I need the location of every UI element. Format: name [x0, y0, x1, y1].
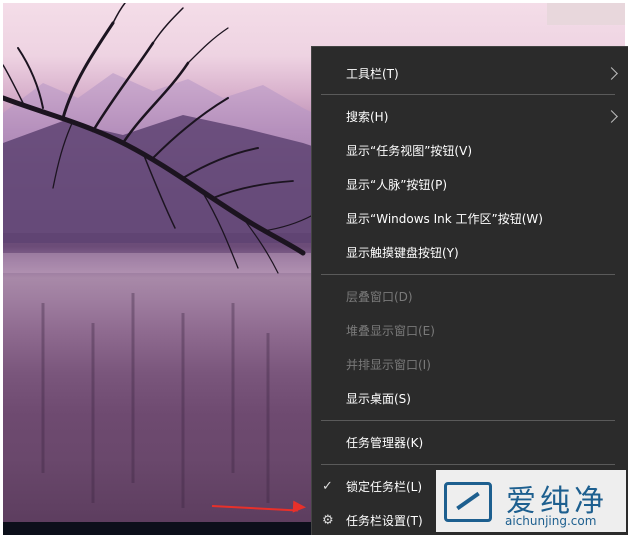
menu-item-search[interactable]: 搜索(H): [312, 100, 628, 132]
menu-item-toolbars[interactable]: 工具栏(T): [312, 57, 628, 89]
menu-item-stack-windows: 堆叠显示窗口(E): [312, 314, 628, 346]
menu-item-side-by-side-windows: 并排显示窗口(I): [312, 348, 628, 380]
window-edge: [547, 3, 625, 25]
menu-item-label: 工具栏(T): [346, 66, 399, 81]
menu-item-label: 任务栏设置(T): [346, 513, 423, 528]
chevron-right-icon: [605, 109, 618, 123]
menu-item-label: 显示触摸键盘按钮(Y): [346, 245, 459, 260]
menu-separator: [321, 274, 615, 275]
menu-item-cascade-windows: 层叠窗口(D): [312, 280, 628, 312]
chevron-right-icon: [605, 66, 618, 80]
logo-mark-icon: [444, 482, 492, 522]
checkmark-icon: ✓: [322, 478, 333, 494]
gear-icon: ⚙: [322, 512, 334, 528]
menu-item-show-people[interactable]: 显示“人脉”按钮(P): [312, 168, 628, 200]
menu-item-label: 搜索(H): [346, 109, 389, 124]
menu-separator: [321, 464, 615, 465]
menu-item-show-task-view[interactable]: 显示“任务视图”按钮(V): [312, 134, 628, 166]
menu-item-show-touch-keyboard[interactable]: 显示触摸键盘按钮(Y): [312, 236, 628, 268]
watermark-logo: 爱纯净 aichunjing.com: [436, 470, 626, 532]
menu-separator: [321, 94, 615, 95]
menu-item-label: 显示桌面(S): [346, 391, 411, 406]
menu-item-label: 显示“任务视图”按钮(V): [346, 143, 473, 158]
menu-item-label: 堆叠显示窗口(E): [346, 323, 435, 338]
menu-separator: [321, 420, 615, 421]
watermark-url: aichunjing.com: [505, 514, 597, 528]
taskbar-context-menu: 工具栏(T) 搜索(H) 显示“任务视图”按钮(V) 显示“人脉”按钮(P) 显…: [311, 46, 628, 535]
menu-item-label: 锁定任务栏(L): [346, 479, 423, 494]
menu-item-show-desktop[interactable]: 显示桌面(S): [312, 382, 628, 414]
menu-item-label: 并排显示窗口(I): [346, 357, 431, 372]
menu-item-task-manager[interactable]: 任务管理器(K): [312, 426, 628, 458]
annotation-arrow-icon: [292, 500, 307, 514]
menu-item-label: 层叠窗口(D): [346, 289, 413, 304]
menu-item-label: 显示“人脉”按钮(P): [346, 177, 448, 192]
menu-item-show-windows-ink[interactable]: 显示“Windows Ink 工作区”按钮(W): [312, 202, 628, 234]
menu-item-label: 任务管理器(K): [346, 435, 424, 450]
menu-item-label: 显示“Windows Ink 工作区”按钮(W): [346, 211, 543, 226]
